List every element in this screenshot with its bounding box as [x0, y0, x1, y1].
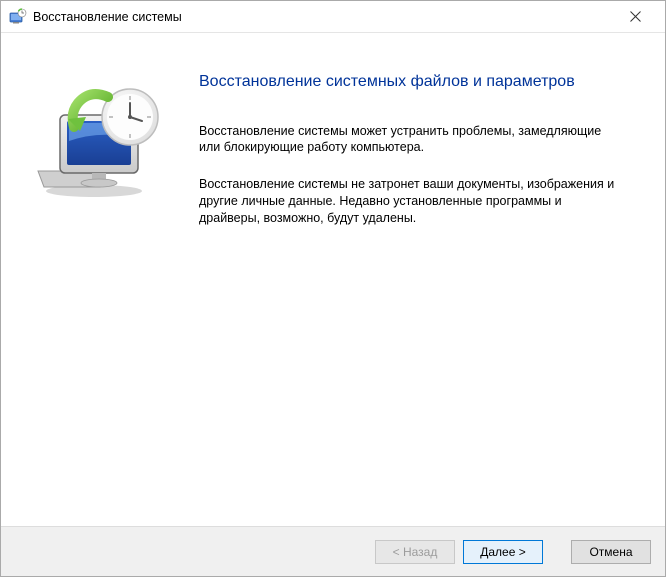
cancel-button[interactable]: Отмена: [571, 540, 651, 564]
system-restore-wizard: Восстановление системы: [0, 0, 666, 577]
wizard-content: Восстановление системных файлов и параме…: [1, 33, 665, 526]
description-paragraph-2: Восстановление системы не затронет ваши …: [199, 176, 615, 227]
description-paragraph-1: Восстановление системы может устранить п…: [199, 123, 615, 157]
system-restore-illustration: [32, 81, 172, 201]
window-title: Восстановление системы: [33, 10, 613, 24]
back-button: < Назад: [375, 540, 455, 564]
close-button[interactable]: [613, 2, 657, 32]
next-button[interactable]: Далее >: [463, 540, 543, 564]
close-icon: [630, 11, 641, 22]
text-panel: Восстановление системных файлов и параме…: [199, 33, 665, 526]
titlebar: Восстановление системы: [1, 1, 665, 33]
system-restore-icon: [9, 8, 27, 26]
wizard-heading: Восстановление системных файлов и параме…: [199, 71, 615, 93]
wizard-footer: < Назад Далее > Отмена: [1, 526, 665, 576]
illustration-panel: [1, 33, 199, 526]
